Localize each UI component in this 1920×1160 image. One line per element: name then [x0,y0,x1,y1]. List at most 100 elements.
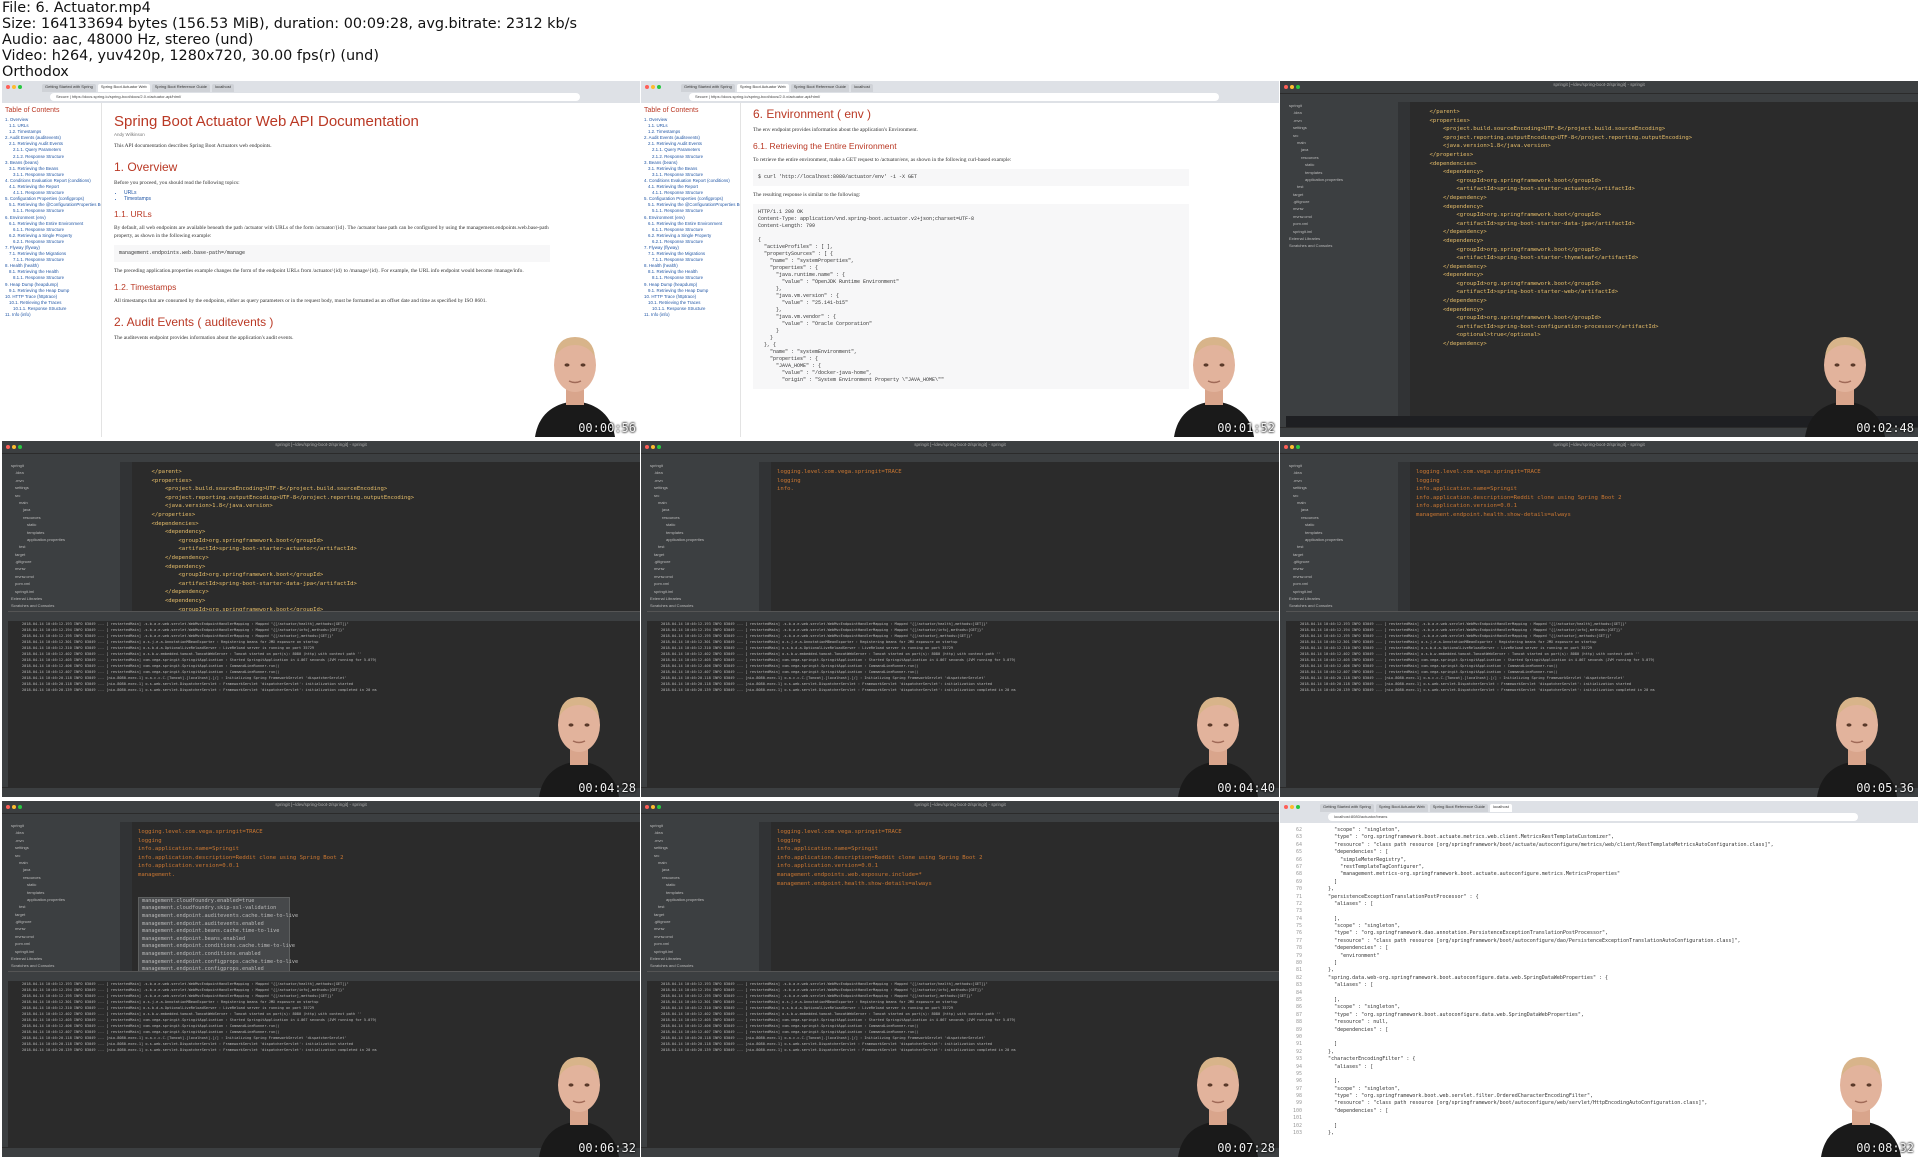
code-editor[interactable]: logging.level.com.vega.springit=TRACE log… [1410,462,1918,611]
project-tree-item[interactable]: static [647,881,759,888]
project-tree-item[interactable]: .idea [647,469,759,476]
project-tree-item[interactable]: .idea [8,469,120,476]
project-tree-item[interactable]: Scratches and Consoles [647,962,759,969]
browser-tab[interactable]: Getting Started with Spring [681,84,735,92]
project-tree-item[interactable]: External Libraries [647,595,759,602]
project-tree-item[interactable]: target [8,551,120,558]
project-tree-item[interactable]: src [647,852,759,859]
project-tree-item[interactable]: java [1286,506,1398,513]
project-tree-item[interactable]: mvnw.cmd [1286,573,1398,580]
zoom-window-button[interactable] [18,85,22,89]
video-thumbnail[interactable]: springit [~/dev/spring-boot-2/springit] … [1280,441,1918,797]
browser-tab[interactable]: localhost [851,84,873,92]
project-tree-item[interactable]: target [1286,551,1398,558]
project-tree-item[interactable]: templates [1286,169,1398,176]
project-tree-item[interactable]: templates [1286,529,1398,536]
project-tree-item[interactable]: application.properties [8,536,120,543]
project-tree-item[interactable]: application.properties [647,536,759,543]
project-tree-item[interactable]: mvnw [1286,565,1398,572]
project-tree-item[interactable]: static [8,521,120,528]
project-tree-item[interactable]: mvnw.cmd [8,573,120,580]
project-tree-item[interactable]: External Libraries [1286,235,1398,242]
zoom-window-button[interactable] [1296,805,1300,809]
project-tree-item[interactable]: src [1286,492,1398,499]
autocomplete-item[interactable]: management.endpoint.beans.cache.time-to-… [139,928,289,936]
project-tree-item[interactable]: pom.xml [1286,220,1398,227]
project-tree-item[interactable]: springit.iml [1286,588,1398,595]
project-tree-item[interactable]: main [1286,139,1398,146]
project-tree-item[interactable]: mvnw [8,565,120,572]
browser-tab[interactable]: Spring Boot Actuator Web [736,84,789,92]
project-tree-item[interactable]: pom.xml [1286,580,1398,587]
project-tree-item[interactable]: springit.iml [1286,228,1398,235]
project-tree-item[interactable]: External Libraries [647,955,759,962]
project-tree-item[interactable]: static [647,521,759,528]
project-tree-item[interactable]: springit.iml [8,588,120,595]
project-tree-item[interactable]: test [647,903,759,910]
project-tree-item[interactable]: java [647,506,759,513]
project-tree-item[interactable]: resources [8,874,120,881]
video-thumbnail[interactable]: springit [~/dev/spring-boot-2/springit] … [1280,81,1918,437]
browser-tab[interactable]: Spring Boot Actuator Web [97,84,150,92]
project-tree-item[interactable]: pom.xml [647,940,759,947]
project-tree-item[interactable]: settings [647,484,759,491]
video-thumbnail[interactable]: Getting Started with Spring Spring Boot A… [2,81,640,437]
project-tree-item[interactable]: resources [647,514,759,521]
project-tree-item[interactable]: springit [1286,462,1398,469]
autocomplete-item[interactable]: management.cloudfoundry.skip-ssl-validat… [139,905,289,913]
project-tree-item[interactable]: Scratches and Consoles [1286,602,1398,609]
project-tree-item[interactable]: mvnw [647,925,759,932]
autocomplete-item[interactable]: management.endpoint.conditions.enabled [139,951,289,959]
project-tree-item[interactable]: mvnw.cmd [8,933,120,940]
autocomplete-item[interactable]: management.endpoint.configprops.cache.ti… [139,959,298,967]
project-tree-item[interactable]: templates [647,889,759,896]
project-tree-item[interactable]: settings [8,484,120,491]
project-tree-item[interactable]: .mvn [8,837,120,844]
project-tree-item[interactable]: mvnw.cmd [647,573,759,580]
project-tree-item[interactable]: java [8,506,120,513]
browser-tab[interactable]: localhost [1490,804,1512,812]
video-thumbnail[interactable]: springit [~/dev/spring-boot-2/springit] … [2,801,640,1157]
toc-link[interactable]: 11. Info (info) [5,312,98,318]
project-tree-item[interactable]: springit [8,462,120,469]
project-tree-item[interactable]: settings [8,844,120,851]
project-tree-item[interactable]: .gitignore [647,558,759,565]
project-tree-item[interactable]: pom.xml [647,580,759,587]
close-window-button[interactable] [1284,805,1288,809]
project-tree-item[interactable]: static [8,881,120,888]
autocomplete-item[interactable]: management.endpoint.conditions.cache.tim… [139,943,295,951]
address-bar[interactable]: Secure | https://docs.spring.io/spring-b… [689,93,1219,101]
project-tree-item[interactable]: java [647,866,759,873]
project-tree-item[interactable]: .idea [647,829,759,836]
project-tree-item[interactable]: resources [1286,514,1398,521]
project-tree-item[interactable]: springit.iml [8,948,120,955]
autocomplete-item[interactable]: management.endpoint.auditevents.enabled [139,921,289,929]
project-tree-item[interactable]: resources [647,874,759,881]
project-tree-item[interactable]: src [8,492,120,499]
toc-link[interactable]: 11. Info (info) [644,312,737,318]
project-tree-item[interactable]: External Libraries [8,955,120,962]
project-tree-item[interactable]: mvnw [1286,205,1398,212]
project-tree-item[interactable]: test [1286,183,1398,190]
browser-tab[interactable]: Getting Started with Spring [42,84,96,92]
project-tree-item[interactable]: .idea [1286,469,1398,476]
project-tree-item[interactable]: settings [647,844,759,851]
project-tree-item[interactable]: main [1286,499,1398,506]
project-tree-item[interactable]: application.properties [1286,176,1398,183]
project-tree-item[interactable]: target [8,911,120,918]
address-bar[interactable]: localhost:8080/actuator/beans [1328,813,1858,821]
project-tree-item[interactable]: settings [1286,484,1398,491]
project-tree-item[interactable]: mvnw.cmd [647,933,759,940]
project-tree-item[interactable]: External Libraries [8,595,120,602]
close-window-button[interactable] [6,85,10,89]
project-tree-item[interactable]: Scratches and Consoles [8,962,120,969]
project-tree-item[interactable]: main [647,859,759,866]
project-tree-item[interactable]: .gitignore [8,918,120,925]
project-tree-item[interactable]: resources [1286,154,1398,161]
minimize-window-button[interactable] [1290,805,1294,809]
project-tree-item[interactable]: .mvn [1286,477,1398,484]
browser-tab[interactable]: Getting Started with Spring [1320,804,1374,812]
project-tree-item[interactable]: src [647,492,759,499]
project-tree-item[interactable]: src [1286,132,1398,139]
project-tree-item[interactable]: mvnw [8,925,120,932]
